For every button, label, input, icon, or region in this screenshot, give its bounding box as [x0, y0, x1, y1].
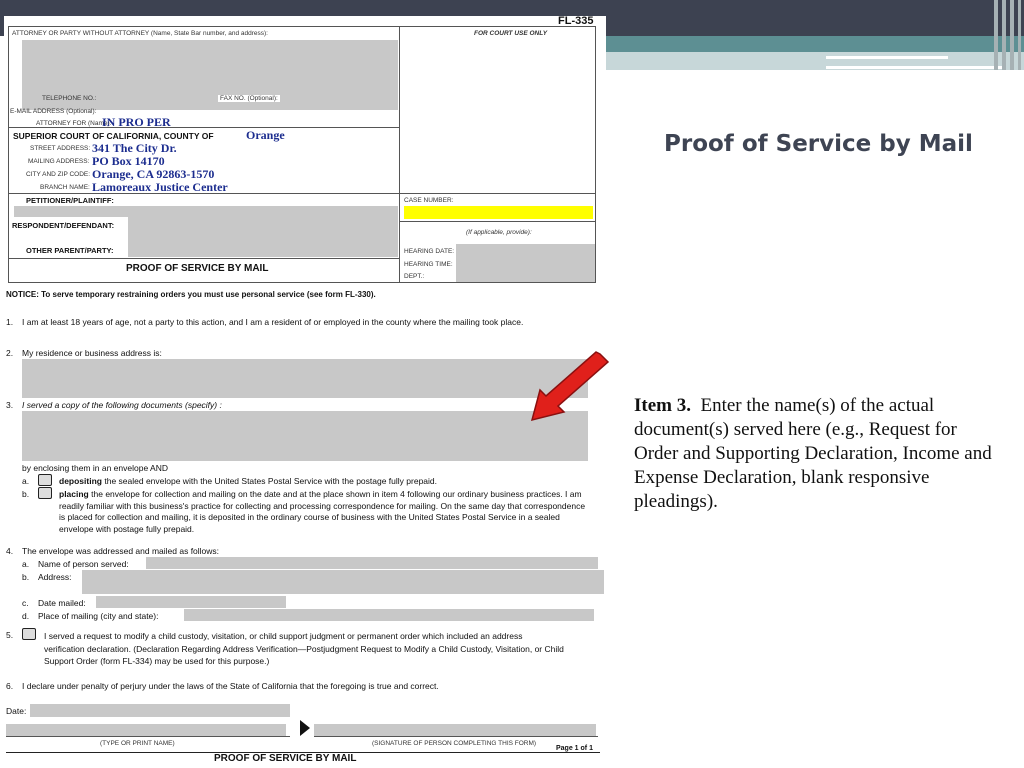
place-of-mailing-field[interactable]: [184, 609, 594, 621]
header-stripe: [1010, 0, 1014, 70]
enclosing-text: by enclosing them in an envelope AND: [22, 463, 169, 473]
rule: [8, 26, 596, 27]
person-served-field[interactable]: [146, 557, 598, 569]
item-4-text: The envelope was addressed and mailed as…: [22, 546, 220, 556]
item-4c-text: Date mailed:: [38, 598, 86, 608]
rule: [8, 127, 399, 128]
red-arrow-icon: [530, 351, 610, 422]
county-value: Orange: [246, 128, 285, 142]
hearing-date-label: HEARING DATE:: [404, 248, 455, 255]
item-4d-text: Place of mailing (city and state):: [38, 611, 159, 621]
form-title: PROOF OF SERVICE BY MAIL: [126, 263, 269, 274]
case-number-field[interactable]: [404, 206, 593, 219]
case-number-label: CASE NUMBER:: [404, 197, 454, 204]
residence-address-field[interactable]: [22, 359, 588, 398]
telephone-label: TELEPHONE NO.:: [42, 95, 97, 102]
item-5-text: I served a request to modify a child cus…: [44, 631, 564, 666]
item-3a-text: depositing the sealed envelope with the …: [59, 476, 438, 486]
header-stripe: [994, 0, 998, 70]
item-1-number: 1.: [6, 317, 14, 327]
respondent-field[interactable]: [128, 217, 398, 257]
header-band-line: [826, 56, 948, 59]
note-heading: Item 3.: [634, 395, 691, 416]
item-4c-label: c.: [22, 598, 29, 608]
hearing-field[interactable]: [456, 244, 595, 282]
respondent-label: RESPONDENT/DEFENDANT:: [12, 221, 115, 230]
court-use-label: FOR COURT USE ONLY: [474, 30, 548, 37]
if-applicable-label: (If applicable, provide):: [466, 229, 532, 236]
petitioner-label: PETITIONER/PLAINTIFF:: [26, 196, 114, 205]
court-label: SUPERIOR COURT OF CALIFORNIA, COUNTY OF: [13, 131, 214, 141]
date-mailed-field[interactable]: [96, 596, 286, 608]
footer-title: PROOF OF SERVICE BY MAIL: [214, 753, 357, 764]
item-3a-label: a.: [22, 476, 30, 486]
item-3b-text: placing the envelope for collection and …: [59, 489, 586, 534]
notice: NOTICE: To serve temporary restraining o…: [6, 290, 376, 299]
rule: [8, 282, 596, 283]
street-label: STREET ADDRESS:: [30, 145, 91, 152]
item-6-number: 6.: [6, 681, 14, 691]
item-6-text: I declare under penalty of perjury under…: [22, 681, 439, 691]
rule: [8, 26, 9, 282]
date-field[interactable]: [30, 704, 290, 717]
date-label: Date:: [6, 706, 27, 716]
item-4-number: 4.: [6, 546, 14, 556]
instruction-note: Item 3. Enter the name(s) of the actual …: [634, 394, 1004, 514]
served-address-field[interactable]: [82, 570, 604, 594]
signature-label: (SIGNATURE OF PERSON COMPLETING THIS FOR…: [372, 740, 537, 747]
fax-label: FAX NO. (Optional):: [218, 95, 280, 102]
item-3-text: I served a copy of the following documen…: [22, 400, 222, 410]
rule: [8, 258, 399, 259]
item-4b-label: b.: [22, 572, 30, 582]
attorney-for-label: ATTORNEY FOR (Name):: [36, 120, 112, 127]
item-4a-text: Name of person served:: [38, 559, 129, 569]
depositing-checkbox[interactable]: [38, 474, 52, 486]
rule: [314, 736, 598, 737]
page-number: Page 1 of 1: [556, 745, 593, 752]
other-parent-label: OTHER PARENT/PARTY:: [26, 246, 114, 255]
mailing-label: MAILING ADDRESS:: [28, 158, 90, 165]
print-name-field[interactable]: [6, 724, 286, 736]
item-3-number: 3.: [6, 400, 14, 410]
item-1-text: I am at least 18 years of age, not a par…: [22, 317, 524, 327]
branch-label: BRANCH NAME:: [40, 184, 90, 191]
red-arrow-shape: [530, 351, 610, 422]
placing-checkbox[interactable]: [38, 487, 52, 499]
hearing-time-label: HEARING TIME:: [404, 261, 453, 268]
item-3b-label: b.: [22, 489, 30, 499]
item-2-number: 2.: [6, 348, 14, 358]
address-verification-checkbox[interactable]: [22, 628, 36, 640]
item-4d-label: d.: [22, 611, 30, 621]
slide-title: Proof of Service by Mail: [664, 131, 973, 157]
item-4b-text: Address:: [38, 572, 72, 582]
type-print-label: (TYPE OR PRINT NAME): [100, 740, 175, 747]
branch-value: Lamoreaux Justice Center: [92, 180, 228, 194]
signature-field[interactable]: [314, 724, 596, 736]
header-band-line-2: [826, 66, 1006, 69]
rule: [399, 221, 596, 222]
item-5-number: 5.: [6, 630, 14, 640]
city-label: CITY AND ZIP CODE:: [26, 171, 91, 178]
header-stripe: [1002, 0, 1006, 70]
arrow-marker: [300, 720, 310, 736]
item-4a-label: a.: [22, 559, 30, 569]
attorney-for-value: IN PRO PER: [102, 115, 171, 129]
item-2-text: My residence or business address is:: [22, 348, 162, 358]
rule: [399, 26, 400, 282]
rule: [6, 736, 290, 737]
email-label: E-MAIL ADDRESS (Optional):: [10, 108, 97, 115]
attorney-label: ATTORNEY OR PARTY WITHOUT ATTORNEY (Name…: [12, 30, 268, 37]
rule: [595, 26, 596, 282]
petitioner-field[interactable]: [14, 206, 398, 217]
form-fl335: FL-335 ATTORNEY OR PARTY WITHOUT ATTORNE…: [4, 16, 606, 768]
dept-label: DEPT.:: [404, 273, 425, 280]
header-stripe: [1018, 0, 1021, 70]
documents-served-field[interactable]: [22, 411, 588, 461]
header-band-teal: [600, 36, 1024, 52]
